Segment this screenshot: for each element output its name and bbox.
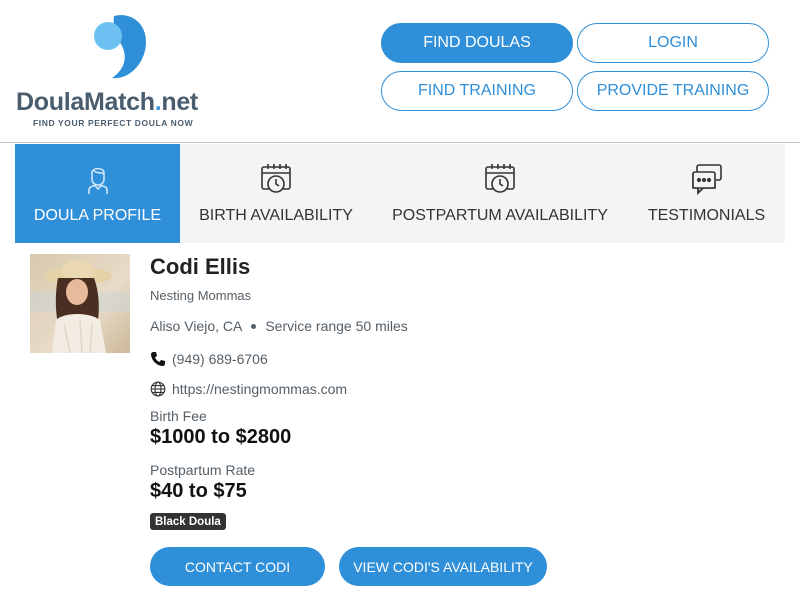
logo-tagline: FIND YOUR PERFECT DOULA NOW	[33, 118, 194, 128]
chat-bubbles-icon	[691, 164, 722, 195]
doula-phone: (949) 689-6706	[172, 351, 268, 367]
birth-fee-label: Birth Fee	[150, 408, 207, 424]
login-button[interactable]: LOGIN	[577, 23, 769, 63]
doula-website: https://nestingmommas.com	[172, 381, 348, 397]
logo-mark-icon	[94, 15, 146, 79]
tab-testimonials[interactable]: TESTIMONIALS	[628, 144, 785, 243]
logo-wordmark: DoulaMatch.net	[16, 88, 198, 116]
phone-icon	[151, 352, 165, 366]
status-badge: Black Doula	[150, 513, 226, 530]
find-training-button[interactable]: FIND TRAINING	[381, 71, 573, 111]
separator-dot	[251, 323, 257, 329]
website-row[interactable]: https://nestingmommas.com	[150, 381, 347, 397]
tab-doula-profile[interactable]: DOULA PROFILE	[15, 144, 180, 243]
globe-icon	[150, 381, 166, 397]
tab-label: POSTPARTUM AVAILABILITY	[392, 207, 608, 224]
birth-fee-value: $1000 to $2800	[150, 426, 292, 448]
doula-name: Codi Ellis	[150, 254, 251, 279]
tab-postpartum-availability[interactable]: POSTPARTUM AVAILABILITY	[372, 144, 628, 243]
tab-birth-availability[interactable]: BIRTH AVAILABILITY	[180, 144, 372, 243]
calendar-clock-icon	[261, 164, 291, 193]
postpartum-rate-label: Postpartum Rate	[150, 462, 256, 478]
tab-label: DOULA PROFILE	[33, 207, 162, 224]
contact-button[interactable]: CONTACT CODI	[150, 547, 325, 586]
view-availability-button[interactable]: VIEW CODI'S AVAILABILITY	[339, 547, 547, 586]
postpartum-rate-value: $40 to $75	[150, 480, 247, 502]
doula-location: Aliso Viejo, CA	[150, 318, 243, 334]
calendar-clock-icon	[485, 164, 515, 193]
service-range: Service range 50 miles	[265, 318, 408, 334]
doula-agency: Nesting Mommas	[150, 288, 252, 303]
location-row: Aliso Viejo, CA Service range 50 miles	[150, 318, 408, 334]
phone-row[interactable]: (949) 689-6706	[150, 351, 268, 367]
find-doulas-button[interactable]: FIND DOULAS	[381, 23, 573, 63]
site-header: DoulaMatch.net FIND YOUR PERFECT DOULA N…	[0, 0, 800, 143]
site-logo[interactable]: DoulaMatch.net FIND YOUR PERFECT DOULA N…	[16, 10, 221, 132]
profile-tabs: DOULA PROFILE BIRTH AVAILABILITY POSTPAR…	[15, 144, 785, 243]
tab-label: TESTIMONIALS	[647, 207, 766, 224]
doula-profile-icon	[87, 167, 108, 194]
provide-training-button[interactable]: PROVIDE TRAINING	[577, 71, 769, 111]
doula-photo	[30, 254, 130, 353]
tab-label: BIRTH AVAILABILITY	[199, 207, 353, 224]
